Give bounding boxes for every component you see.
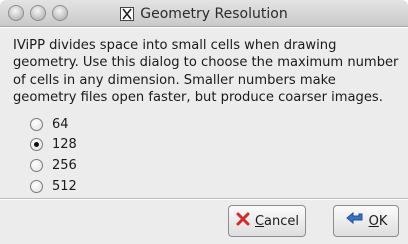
arrow-left-icon — [345, 211, 365, 231]
radio-option-512[interactable]: 512 — [30, 178, 77, 194]
radio-option-64[interactable]: 64 — [30, 116, 69, 132]
title-bar: Geometry Resolution — [0, 0, 408, 27]
cancel-button[interactable]: Cancel — [228, 205, 306, 237]
title-group: Geometry Resolution — [0, 0, 408, 27]
radio-button[interactable] — [30, 158, 43, 172]
radio-option-256[interactable]: 256 — [30, 157, 77, 173]
radio-label: 256 — [52, 157, 77, 173]
cancel-x-icon — [235, 211, 251, 231]
radio-option-128[interactable]: 128 — [30, 136, 77, 152]
radio-label: 64 — [52, 116, 69, 132]
cancel-label: Cancel — [254, 213, 300, 229]
description-text: IViPP divides space into small cells whe… — [13, 38, 399, 105]
window-title: Geometry Resolution — [140, 5, 288, 22]
ok-label: OK — [368, 213, 388, 229]
x-app-icon — [120, 6, 135, 21]
radio-label: 512 — [52, 178, 77, 194]
radio-button[interactable] — [30, 137, 43, 151]
radio-button[interactable] — [30, 117, 43, 131]
ok-button[interactable]: OK — [333, 205, 399, 237]
radio-button[interactable] — [30, 179, 43, 193]
button-bar: Cancel OK — [0, 200, 408, 244]
radio-label: 128 — [52, 136, 77, 152]
dialog-body: IViPP divides space into small cells whe… — [0, 28, 408, 198]
